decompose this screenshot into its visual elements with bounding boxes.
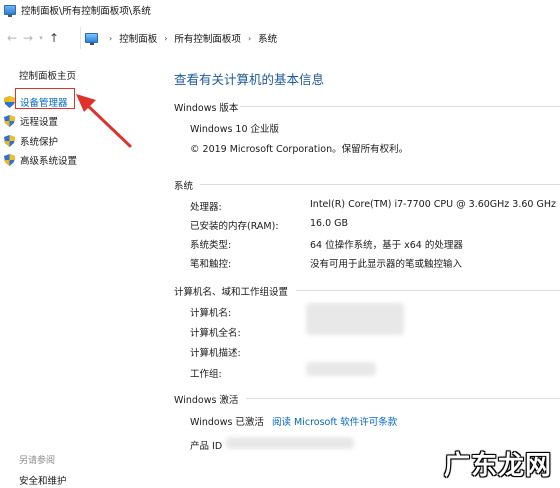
license-terms-link[interactable]: 阅读 Microsoft 软件许可条款 (272, 414, 397, 428)
computer-name-label: 计算机名: (190, 308, 232, 319)
chevron-right-icon[interactable]: › (248, 34, 251, 43)
sidebar-item-label: 高级系统设置 (20, 156, 78, 167)
title-bar: 控制面板\所有控制面板项\系统 (0, 0, 560, 20)
activation-heading: Windows 激活 (174, 395, 239, 406)
chevron-right-icon[interactable]: › (109, 34, 112, 43)
shield-icon (4, 135, 15, 147)
breadcrumb-control-panel[interactable]: 控制面板 (119, 31, 157, 45)
product-id-label: 产品 ID (190, 441, 223, 452)
redacted-product-id (226, 437, 354, 449)
windows-edition-heading: Windows 版本 (174, 103, 239, 114)
divider (246, 398, 560, 399)
breadcrumb-system[interactable]: 系统 (258, 31, 277, 45)
computer-name-heading: 计算机名、域和工作组设置 (174, 287, 289, 298)
shield-icon (4, 115, 15, 127)
security-maintenance-link[interactable]: 安全和维护 (19, 473, 67, 487)
processor-label: 处理器: (190, 202, 222, 213)
up-arrow-icon[interactable]: ↑ (46, 30, 62, 46)
monitor-icon (85, 33, 98, 45)
divider (296, 290, 560, 291)
pen-touch-label: 笔和触控: (190, 259, 232, 270)
sidebar-item-label: 系统保护 (20, 137, 59, 148)
watermark-logo: 广东龙网 (443, 451, 552, 481)
control-panel-home-link[interactable]: 控制面板主页 (19, 68, 76, 82)
workgroup-label: 工作组: (190, 369, 222, 380)
chevron-right-icon[interactable]: › (164, 34, 167, 43)
processor-value: Intel(R) Core(TM) i7-7700 CPU @ 3.60GHz … (310, 199, 556, 210)
pen-touch-value: 没有可用于此显示器的笔或触控输入 (310, 259, 463, 270)
sidebar-item-advanced-settings[interactable]: 高级系统设置 (4, 152, 77, 168)
back-arrow-icon[interactable]: ← (4, 30, 20, 46)
activation-status: Windows 已激活 (190, 417, 264, 428)
redacted-computer-name (306, 303, 404, 335)
system-heading: 系统 (174, 181, 194, 192)
recent-dropdown-icon[interactable]: ▾ (36, 30, 46, 46)
control-panel-icon (4, 5, 16, 17)
see-also-heading: 另请参阅 (19, 456, 56, 466)
divider (240, 106, 560, 107)
shield-icon (4, 154, 15, 166)
annotation-arrow-icon (76, 94, 132, 148)
sidebar-item-remote-settings[interactable]: 远程设置 (4, 113, 58, 129)
computer-description-label: 计算机描述: (190, 348, 241, 359)
copyright-text: © 2019 Microsoft Corporation。保留所有权利。 (190, 144, 409, 155)
shield-icon (4, 96, 15, 108)
redacted-workgroup (306, 362, 376, 376)
system-type-value: 64 位操作系统，基于 x64 的处理器 (310, 240, 463, 251)
divider (200, 184, 560, 185)
page-title: 查看有关计算机的基本信息 (174, 72, 325, 87)
annotation-highlight-box (15, 88, 75, 109)
system-type-label: 系统类型: (190, 240, 232, 251)
address-bar[interactable]: › 控制面板 › 所有控制面板项 › 系统 (80, 27, 560, 49)
navigation-bar: ← → ▾ ↑ › 控制面板 › 所有控制面板项 › 系统 (0, 27, 560, 49)
ram-label: 已安装的内存(RAM): (190, 221, 279, 232)
window-title: 控制面板\所有控制面板项\系统 (21, 6, 151, 17)
ram-value: 16.0 GB (310, 218, 349, 229)
sidebar-item-system-protection[interactable]: 系统保护 (4, 133, 58, 149)
windows-edition-value: Windows 10 企业版 (190, 124, 280, 135)
forward-arrow-icon[interactable]: → (20, 30, 36, 46)
sidebar-item-label: 远程设置 (20, 117, 59, 128)
breadcrumb-all-items[interactable]: 所有控制面板项 (174, 31, 241, 45)
full-computer-name-label: 计算机全名: (190, 328, 241, 339)
